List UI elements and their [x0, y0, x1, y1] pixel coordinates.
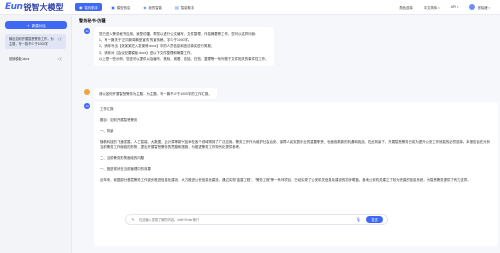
new-chat-button[interactable]: ＋ 新建对话	[5, 21, 67, 29]
user-avatar-icon	[84, 89, 90, 95]
message-input-bar: ✎ 🎙 发送	[125, 214, 388, 225]
store-icon: ▣	[111, 4, 115, 10]
microphone-icon[interactable]: 🎙	[356, 217, 361, 222]
reply-subheading: 一、推进现状在当前管理中的效果	[100, 167, 151, 171]
intro-line: 以上是一些示例，您还可以提供以及编写、核验、观看、总结、归档、整理等一系列基于文…	[99, 56, 269, 61]
reply-heading: 工作汇报	[100, 107, 114, 111]
intro-bubble: 您已进入警务秘书应用，我是仿疆，帮您以进行公文编写、文件整理、作息摘要等工作，您…	[94, 27, 274, 67]
reply-title-line: 题目：如何开展智慧警务	[100, 118, 138, 122]
logo-text: 锐智大模型	[23, 2, 64, 12]
tab-label: 我的智能	[148, 5, 163, 10]
chat-title: 警务秘书-仿疆	[79, 17, 106, 23]
send-button[interactable]: 发送	[366, 216, 383, 223]
reply-paragraph: 近年来，我国部分基层警务工作逐步推进信息化建设，大力推进公安信息化建设，通过实现…	[100, 178, 471, 182]
bot-avatar-icon: AI	[84, 28, 90, 34]
chat-item-time: 1天	[57, 57, 62, 62]
tab-chat-assistant[interactable]: ◉ 智约助手	[75, 3, 103, 11]
tab-label: 模型商店	[116, 5, 131, 10]
avatar	[469, 4, 476, 10]
new-chat-label: 新建对话	[31, 23, 46, 28]
chat-item-title: 输出如何开展智慧警务工作，为主题，写一篇不少于1000字	[9, 37, 54, 46]
app-logo: Eun 锐智大模型	[0, 2, 70, 13]
chat-item-time: 1天	[57, 37, 62, 41]
sidebar: ＋ 新建对话 输出如何开展智慧警务工作，为主题，写一篇不少于1000字 1天 营…	[0, 15, 72, 253]
chat-icon: ◉	[79, 4, 83, 10]
robot-icon: ◈	[143, 4, 147, 10]
plus-icon: ＋	[26, 23, 30, 28]
sidebar-chat-item[interactable]: 营销模板.docx 1天	[5, 54, 66, 65]
role-select[interactable]: 角色选择	[399, 5, 413, 10]
assistant-icon: ▤	[175, 4, 179, 10]
user-message-text: 请以如何开展智慧警务为主题，为主题，写一篇不少于1000字的工作汇报。	[94, 88, 217, 99]
sidebar-chat-item[interactable]: 输出如何开展智慧警务工作，为主题，写一篇不少于1000字 1天	[5, 34, 66, 50]
reply-paragraph: 随着科技的飞速发展，人工智能、大数据、云计算等新兴技术在各个领域得到了广泛应用。…	[100, 140, 490, 149]
top-right-controls: 角色选择 中文简体 API 张晓峰	[399, 4, 500, 10]
tab-smart-assistant[interactable]: ▤ 智能助手	[171, 3, 198, 11]
user-name: 张晓峰	[477, 5, 490, 10]
tab-model-store[interactable]: ▣ 模型商店	[107, 3, 134, 11]
reply-section-heading: 一、背景	[100, 129, 114, 133]
message-input[interactable]	[139, 217, 356, 222]
api-menu[interactable]: API	[451, 5, 459, 9]
user-menu[interactable]: 张晓峰	[469, 4, 490, 10]
tab-label: 智能助手	[180, 5, 195, 10]
chat-item-title: 营销模板.docx	[9, 57, 30, 62]
tab-label: 智约助手	[84, 5, 99, 10]
logo-mark: Eun	[5, 2, 23, 12]
user-message: 请以如何开展智慧警务为主题，为主题，写一篇不少于1000字的工作汇报。	[84, 88, 217, 99]
top-bar: Eun 锐智大模型 ◉ 智约助手 ▣ 模型商店 ◈ 我的智能 ▤ 智能助手 角色…	[0, 0, 500, 15]
clear-icon[interactable]: ✎	[130, 217, 136, 223]
tab-my-agents[interactable]: ◈ 我的智能	[139, 3, 166, 11]
bot-avatar-icon: AI	[84, 103, 90, 109]
reply-section-heading: 二、当前警务形势面临的问题	[100, 156, 145, 160]
bot-message-intro: AI 您已进入警务秘书应用，我是仿疆，帮您以进行公文编写、文件整理、作息摘要等工…	[84, 27, 274, 67]
nav-tabs: ◉ 智约助手 ▣ 模型商店 ◈ 我的智能 ▤ 智能助手	[75, 3, 198, 11]
language-select[interactable]: 中文简体	[424, 5, 440, 10]
